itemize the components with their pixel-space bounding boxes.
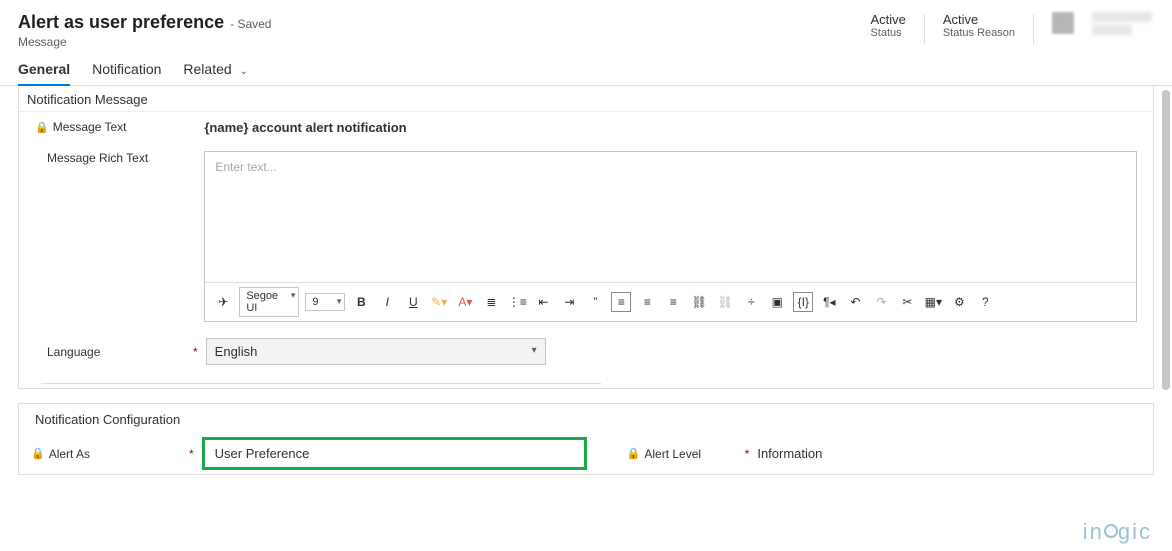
indent-icon[interactable]: ⇥: [559, 292, 579, 312]
link-icon[interactable]: ⛓: [689, 292, 709, 312]
undo-icon[interactable]: ↶: [845, 292, 865, 312]
underline-icon[interactable]: U: [403, 292, 423, 312]
lock-icon: 🔒: [35, 121, 49, 134]
user-sub: [1092, 25, 1132, 35]
quote-icon[interactable]: ”: [585, 292, 605, 312]
tab-bar: General Notification Related ⌄: [0, 53, 1172, 86]
alert-as-label-text: Alert As: [49, 447, 90, 461]
spacer: [185, 151, 204, 165]
saved-indicator: - Saved: [230, 17, 271, 31]
placeholder-icon[interactable]: {I}: [793, 292, 813, 312]
tab-notification[interactable]: Notification: [92, 61, 161, 85]
required-indicator: *: [185, 345, 206, 359]
required-indicator: *: [737, 447, 758, 461]
status-block: Active Status: [870, 12, 905, 39]
spacer: [185, 120, 204, 134]
font-color-icon[interactable]: A▾: [455, 292, 475, 312]
tab-related[interactable]: Related ⌄: [183, 61, 248, 85]
avatar[interactable]: [1052, 12, 1074, 34]
section-title-notification-message: Notification Message: [19, 86, 1153, 112]
rich-text-toolbar: ✈ Segoe UI 9 B I U ✎▾ A▾ ≣ ⋮≡ ⇤ ⇥ ” ≡: [205, 282, 1136, 321]
tab-general[interactable]: General: [18, 61, 70, 85]
message-text-label: 🔒 Message Text: [35, 120, 185, 134]
alert-level-label: 🔒 Alert Level: [627, 447, 737, 461]
strike-icon[interactable]: ÷: [741, 292, 761, 312]
status-value: Active: [870, 12, 905, 27]
section-title-notification-config: Notification Configuration: [31, 404, 1141, 437]
rich-text-area[interactable]: Enter text...: [205, 152, 1136, 282]
status-label: Status: [870, 27, 905, 39]
rich-text-label: Message Rich Text: [35, 151, 185, 165]
unlink-icon[interactable]: ⛓: [715, 292, 735, 312]
align-center-icon[interactable]: ≡: [637, 292, 657, 312]
font-size-select[interactable]: 9: [305, 293, 345, 311]
font-select[interactable]: Segoe UI: [239, 287, 299, 317]
table-icon[interactable]: ▦▾: [923, 292, 943, 312]
user-name: [1092, 12, 1152, 22]
message-text-label-text: Message Text: [53, 120, 127, 134]
language-label: Language: [35, 345, 185, 359]
rich-text-editor[interactable]: Enter text... ✈ Segoe UI 9 B I U ✎▾ A▾ ≣…: [204, 151, 1137, 322]
direction-icon[interactable]: ¶◂: [819, 292, 839, 312]
italic-icon[interactable]: I: [377, 292, 397, 312]
align-left-icon[interactable]: ≡: [611, 292, 631, 312]
number-list-icon[interactable]: ⋮≡: [507, 292, 527, 312]
required-indicator: *: [181, 447, 202, 461]
lock-icon: 🔒: [31, 447, 45, 460]
status-reason-value: Active: [943, 12, 1015, 27]
outdent-icon[interactable]: ⇤: [533, 292, 553, 312]
redo-icon[interactable]: ↷: [871, 292, 891, 312]
bold-icon[interactable]: B: [351, 292, 371, 312]
align-right-icon[interactable]: ≡: [663, 292, 683, 312]
chevron-down-icon: ⌄: [240, 66, 248, 77]
settings-icon[interactable]: ⚙: [949, 292, 969, 312]
image-icon[interactable]: ▣: [767, 292, 787, 312]
alert-as-value[interactable]: User Preference: [202, 437, 587, 470]
page-title: Alert as user preference: [18, 12, 224, 33]
help-icon[interactable]: ?: [975, 292, 995, 312]
divider: [1033, 14, 1034, 44]
divider: [924, 14, 925, 44]
bullet-list-icon[interactable]: ≣: [481, 292, 501, 312]
lock-icon: 🔒: [627, 447, 641, 460]
scrollbar[interactable]: [1162, 90, 1170, 390]
entity-type: Message: [18, 35, 271, 49]
alert-as-label: 🔒 Alert As: [31, 447, 181, 461]
highlight-icon[interactable]: ✎▾: [429, 292, 449, 312]
message-text-value: {name} account alert notification: [204, 120, 1137, 135]
status-reason-label: Status Reason: [943, 27, 1015, 39]
status-reason-block: Active Status Reason: [943, 12, 1015, 39]
cut-icon[interactable]: ✂: [897, 292, 917, 312]
divider: [41, 383, 601, 384]
alert-level-value[interactable]: Information: [757, 446, 1141, 461]
alert-level-label-text: Alert Level: [644, 447, 701, 461]
tab-related-label: Related: [183, 61, 231, 77]
language-select[interactable]: English: [206, 338, 546, 365]
clear-format-icon[interactable]: ✈: [213, 292, 233, 312]
